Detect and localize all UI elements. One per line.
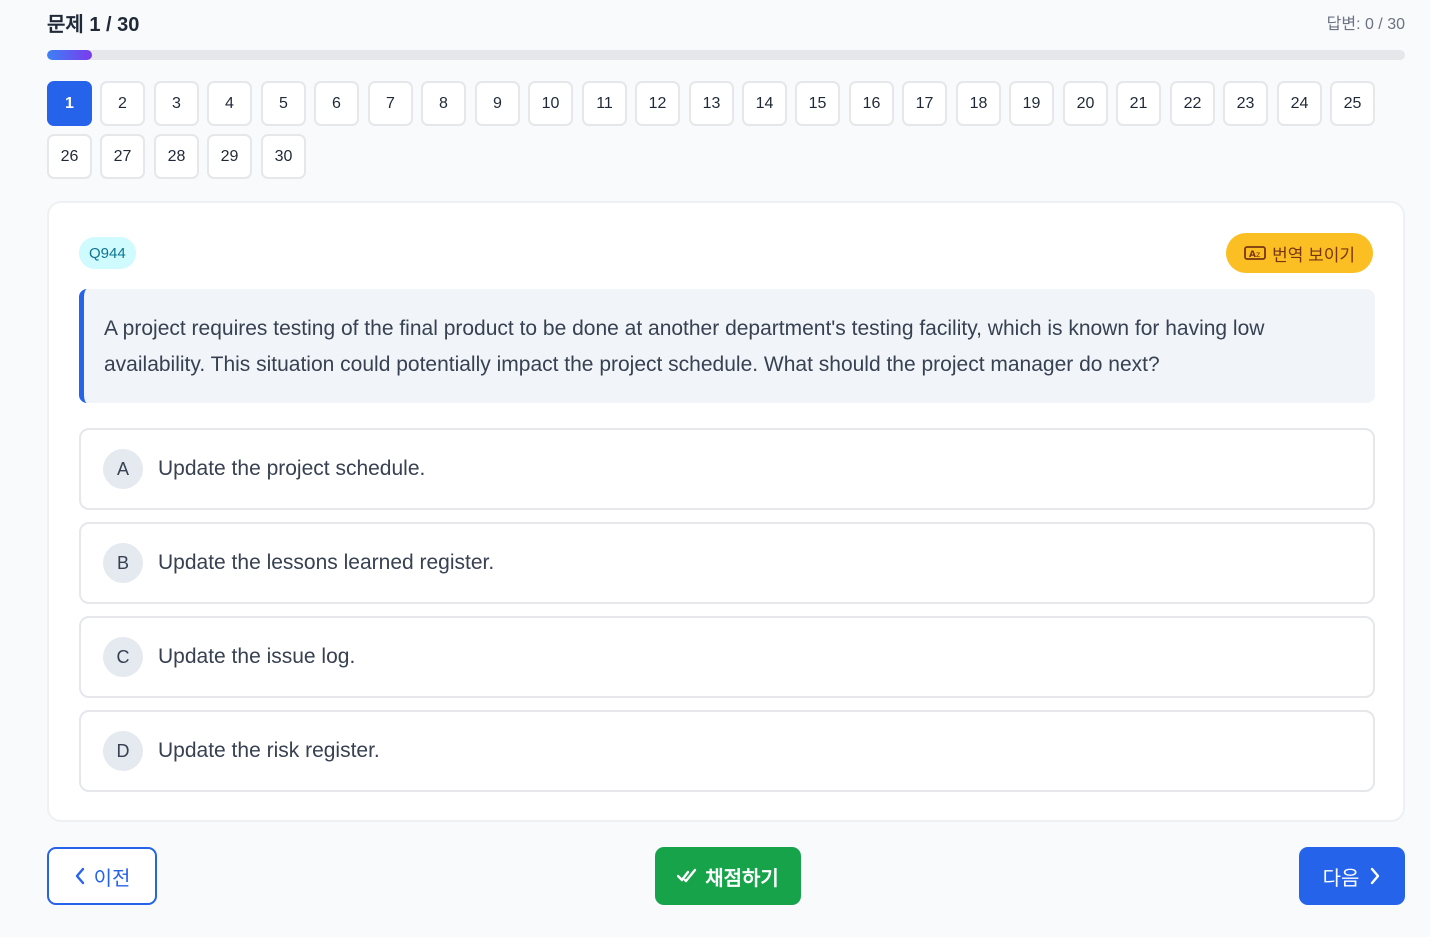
question-nav-button[interactable]: 20 xyxy=(1063,81,1108,126)
question-nav-button[interactable]: 1 xyxy=(47,81,92,126)
question-nav-button[interactable]: 8 xyxy=(421,81,466,126)
question-nav-button[interactable]: 5 xyxy=(261,81,306,126)
next-label: 다음 xyxy=(1322,867,1360,890)
question-nav-button[interactable]: 10 xyxy=(528,81,573,126)
option-b[interactable]: B Update the lessons learned register. xyxy=(79,522,1375,604)
question-nav-button[interactable]: 16 xyxy=(849,81,894,126)
question-nav-button[interactable]: 12 xyxy=(635,81,680,126)
answered-count: 답변: 0 / 30 xyxy=(1326,16,1405,33)
question-id-badge: Q944 xyxy=(79,237,136,269)
question-nav-button[interactable]: 19 xyxy=(1009,81,1054,126)
question-nav-button[interactable]: 13 xyxy=(689,81,734,126)
question-nav-button[interactable]: 18 xyxy=(956,81,1001,126)
question-nav-button[interactable]: 25 xyxy=(1330,81,1375,126)
question-nav-button[interactable]: 2 xyxy=(100,81,145,126)
chevron-left-icon xyxy=(74,867,86,885)
question-nav-button[interactable]: 11 xyxy=(582,81,627,126)
next-button[interactable]: 다음 xyxy=(1299,847,1405,905)
question-nav-button[interactable]: 28 xyxy=(154,134,199,179)
question-nav-button[interactable]: 22 xyxy=(1170,81,1215,126)
option-letter: C xyxy=(103,637,143,677)
option-text: Update the risk register. xyxy=(158,739,380,762)
question-nav-button[interactable]: 6 xyxy=(314,81,359,126)
question-text-box: A project requires testing of the final … xyxy=(79,289,1375,403)
option-text: Update the project schedule. xyxy=(158,457,426,480)
question-nav-button[interactable]: 30 xyxy=(261,134,306,179)
question-nav-button[interactable]: 14 xyxy=(742,81,787,126)
option-letter: B xyxy=(103,543,143,583)
prev-label: 이전 xyxy=(93,867,131,890)
translate-icon: A z xyxy=(1244,245,1266,261)
question-nav-button[interactable]: 17 xyxy=(902,81,947,126)
question-nav-button[interactable]: 3 xyxy=(154,81,199,126)
question-nav-button[interactable]: 7 xyxy=(368,81,413,126)
svg-text:z: z xyxy=(1256,250,1260,259)
option-c[interactable]: C Update the issue log. xyxy=(79,616,1375,698)
question-nav-button[interactable]: 9 xyxy=(475,81,520,126)
option-text: Update the issue log. xyxy=(158,645,356,668)
header: 문제 1 / 30 답변: 0 / 30 xyxy=(47,12,1405,40)
chevron-right-icon xyxy=(1369,867,1381,885)
question-nav-button[interactable]: 27 xyxy=(100,134,145,179)
question-nav-button[interactable]: 21 xyxy=(1116,81,1161,126)
option-letter: D xyxy=(103,731,143,771)
prev-button[interactable]: 이전 xyxy=(47,847,157,905)
question-nav-button[interactable]: 26 xyxy=(47,134,92,179)
question-nav-button[interactable]: 23 xyxy=(1223,81,1268,126)
question-text: A project requires testing of the final … xyxy=(104,317,1265,376)
question-card: Q944 A z 번역 보이기 A project requires testi… xyxy=(47,201,1405,822)
progress-fill xyxy=(47,50,93,60)
option-a[interactable]: A Update the project schedule. xyxy=(79,428,1375,510)
page-title: 문제 1 / 30 xyxy=(47,14,140,36)
grade-button[interactable]: 채점하기 xyxy=(655,847,801,905)
option-text: Update the lessons learned register. xyxy=(158,551,495,574)
question-nav-button[interactable]: 24 xyxy=(1277,81,1322,126)
option-d[interactable]: D Update the risk register. xyxy=(79,710,1375,792)
question-nav-button[interactable]: 4 xyxy=(207,81,252,126)
grade-label: 채점하기 xyxy=(705,867,779,890)
svg-text:A: A xyxy=(1249,250,1256,260)
translate-label: 번역 보이기 xyxy=(1272,245,1355,265)
double-check-icon xyxy=(677,867,697,885)
question-nav-button[interactable]: 15 xyxy=(795,81,840,126)
option-letter: A xyxy=(103,449,143,489)
progress-bar xyxy=(47,50,1405,60)
translate-button[interactable]: A z 번역 보이기 xyxy=(1226,233,1373,273)
question-nav-button[interactable]: 29 xyxy=(207,134,252,179)
